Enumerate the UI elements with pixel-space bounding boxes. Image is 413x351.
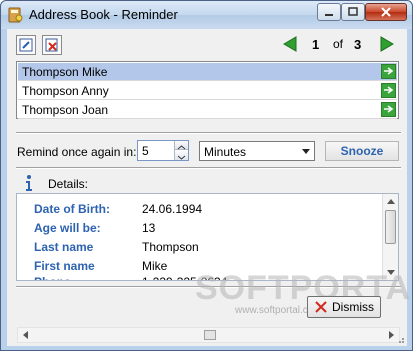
detail-value: Thompson [142,240,199,254]
chevron-down-icon [177,155,186,160]
minimize-button[interactable] [317,3,341,21]
dismiss-label: Dismiss [332,300,374,314]
scroll-left-icon[interactable] [23,331,28,339]
arrow-right-icon [384,105,394,113]
resize-grip-icon[interactable] [395,334,405,344]
page-current: 1 [312,37,320,52]
delete-button[interactable] [42,35,62,55]
scroll-thumb[interactable] [204,330,216,340]
detail-value: Mike [142,259,168,273]
snooze-button[interactable]: Snooze [325,141,399,161]
detail-key: Date of Birth: [34,202,110,216]
scroll-thumb[interactable] [385,210,396,244]
window-title: Address Book - Reminder [29,7,178,22]
maximize-icon [348,7,358,16]
arrow-right-icon [384,86,394,94]
detail-key: Phone [34,275,71,280]
delete-contact-icon [45,38,58,52]
divider [16,167,401,169]
dropdown-arrow-icon [302,149,310,154]
contact-name: Thompson Anny [22,84,109,98]
reminder-window: Address Book - Reminder 1 of 3 Thompson … [0,0,413,351]
details-vertical-scrollbar[interactable] [382,194,398,280]
address-book-icon [8,7,23,23]
dismiss-icon [315,301,327,313]
edit-button[interactable] [16,35,36,55]
divider [16,132,401,134]
remind-label: Remind once again in: [17,145,137,159]
remind-interval-stepper[interactable]: 5 [137,140,189,161]
open-contact-button[interactable] [381,83,396,98]
contacts-list: Thompson Mike Thompson Anny Thompson Joa… [16,61,399,119]
details-panel: Date of Birth: 24.06.1994 Age will be: 1… [16,193,399,281]
previous-arrow-icon[interactable] [282,36,304,52]
info-icon [26,175,32,191]
close-button[interactable] [365,3,407,21]
page-total: 3 [354,37,362,52]
contact-row[interactable]: Thompson Anny [18,82,397,100]
stepper-buttons [174,141,188,160]
contact-name: Thompson Mike [22,65,108,79]
contact-row[interactable]: Thompson Joan [18,101,397,119]
dismiss-button[interactable]: Dismiss [307,296,381,318]
detail-key: First name [34,259,95,273]
details-label: Details: [48,177,89,191]
horizontal-scrollbar[interactable] [17,327,400,343]
minimize-icon [325,14,333,16]
remind-unit-select[interactable]: Minutes [199,141,315,161]
stepper-up-button[interactable] [175,141,188,150]
stepper-down-button[interactable] [175,151,188,160]
detail-value: 24.06.1994 [142,202,203,216]
page-of-label: of [333,37,344,51]
contact-row[interactable]: Thompson Mike [18,63,397,81]
scroll-up-icon[interactable] [387,199,395,204]
detail-key: Last name [34,240,94,254]
open-contact-button[interactable] [381,64,396,79]
close-icon [381,7,391,17]
contact-name: Thompson Joan [22,103,109,117]
detail-value: 13 [142,221,156,235]
client-area: 1 of 3 Thompson Mike Thompson Anny Thomp… [7,29,413,346]
maximize-button[interactable] [341,3,365,21]
next-arrow-icon[interactable] [373,36,395,52]
remind-interval-value[interactable]: 5 [142,144,149,158]
scroll-right-icon[interactable] [389,331,394,339]
open-contact-button[interactable] [381,102,396,117]
title-bar[interactable]: Address Book - Reminder [1,1,412,29]
remind-unit-value: Minutes [204,145,247,159]
edit-note-icon [19,38,33,52]
arrow-right-icon [384,67,394,75]
detail-key: Age will be: [34,221,101,235]
